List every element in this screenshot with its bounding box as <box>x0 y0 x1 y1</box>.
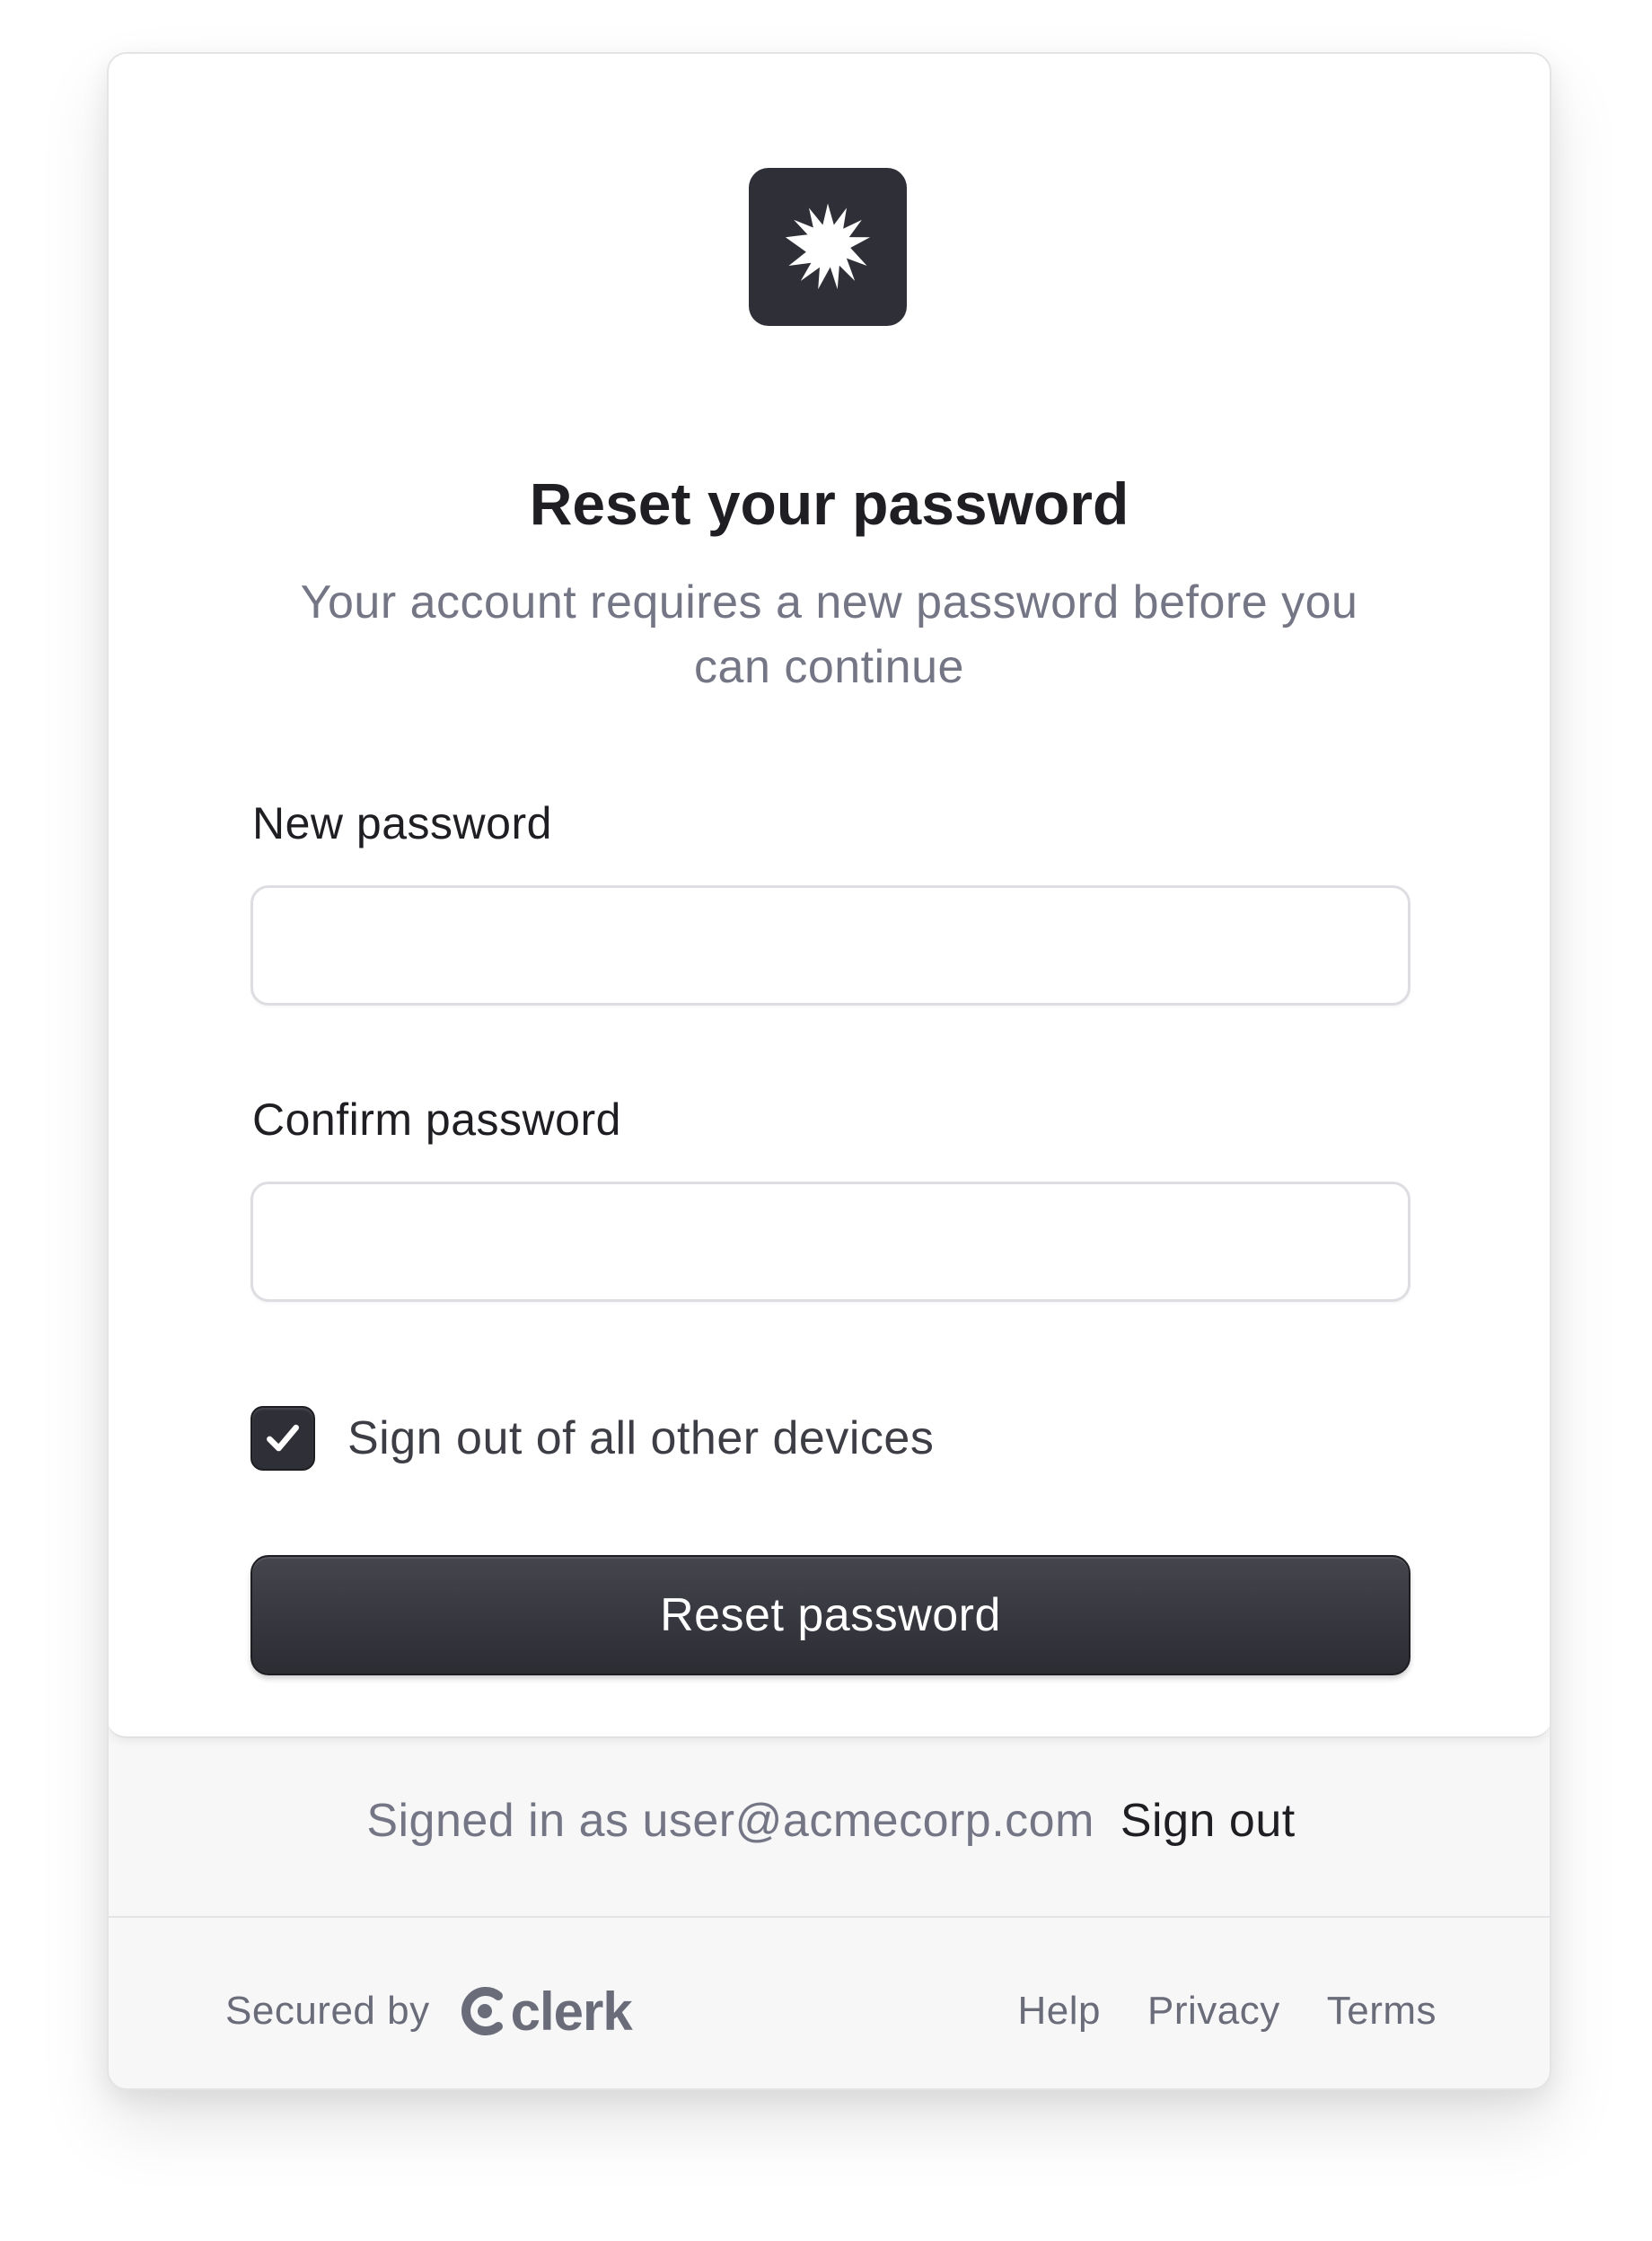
footer: Secured by clerk Help Privacy Terms <box>109 1975 1550 2047</box>
footer-divider <box>109 1916 1550 1918</box>
sign-out-devices-option[interactable]: Sign out of all other devices <box>250 1405 934 1472</box>
main-panel: Reset your password Your account require… <box>109 54 1550 1738</box>
page-subtitle: Your account requires a new password bef… <box>300 576 1358 693</box>
starburst-icon <box>785 203 871 290</box>
help-link[interactable]: Help <box>1017 1989 1101 2034</box>
confirm-password-input[interactable] <box>250 1182 1410 1302</box>
new-password-input[interactable] <box>250 885 1410 1006</box>
session-info: Signed in as user@acmecorp.com Sign out <box>109 1794 1550 1848</box>
sign-out-devices-checkbox[interactable] <box>250 1406 315 1471</box>
checkmark-icon <box>267 1424 299 1452</box>
privacy-link[interactable]: Privacy <box>1147 1989 1280 2034</box>
signed-in-email: user@acmecorp.com <box>642 1795 1094 1847</box>
terms-link[interactable]: Terms <box>1327 1989 1437 2034</box>
reset-password-button[interactable]: Reset password <box>250 1555 1410 1675</box>
secured-by-label: Secured by <box>225 1989 430 2033</box>
secured-by: Secured by clerk <box>225 1975 633 2047</box>
clerk-logo-icon <box>461 1987 503 2035</box>
clerk-logo[interactable]: clerk <box>461 1981 633 2043</box>
clerk-brand: clerk <box>510 1981 633 2042</box>
new-password-label: New password <box>252 798 552 848</box>
page-title: Reset your password <box>529 470 1129 537</box>
signed-in-prefix: Signed in as <box>366 1795 629 1847</box>
confirm-password-label: Confirm password <box>252 1094 621 1145</box>
reset-password-card: Reset your password Your account require… <box>107 52 1551 2090</box>
sign-out-link[interactable]: Sign out <box>1120 1795 1296 1847</box>
app-logo <box>749 168 907 326</box>
sign-out-devices-label: Sign out of all other devices <box>347 1412 935 1464</box>
footer-links: Help Privacy Terms <box>1017 1975 1437 2047</box>
